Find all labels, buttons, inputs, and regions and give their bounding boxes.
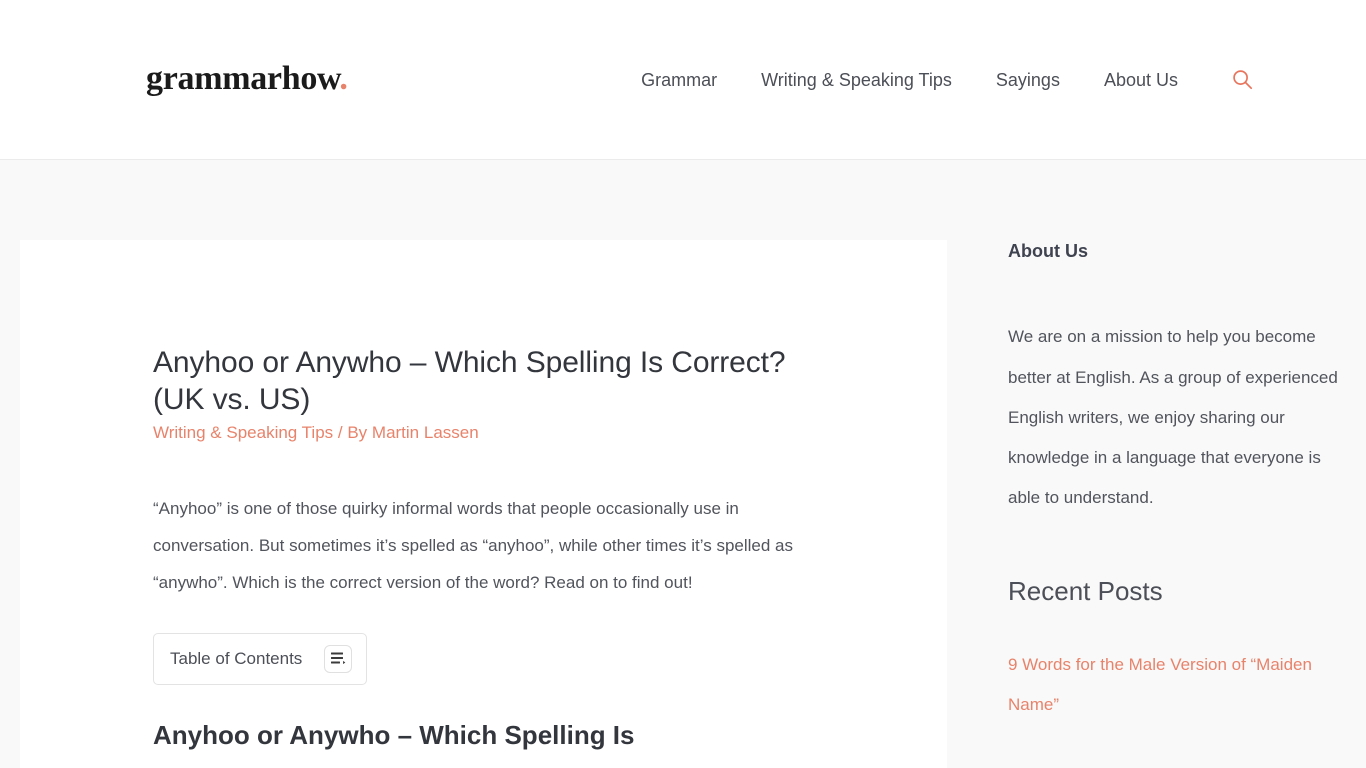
section-heading: Anyhoo or Anywho – Which Spelling Is (153, 719, 635, 750)
site-logo-dot: . (339, 59, 348, 97)
header-inner: grammarhow. Grammar Writing & Speaking T… (0, 0, 1366, 159)
page-title: Anyhoo or Anywho – Which Spelling Is Cor… (153, 346, 786, 416)
entry-category-link[interactable]: Writing & Speaking Tips (153, 423, 333, 442)
article-card: Anyhoo or Anywho – Which Spelling Is Cor… (20, 240, 947, 768)
entry-author-link[interactable]: By Martin Lassen (347, 423, 478, 442)
recent-post-link[interactable]: 9 Words for the Male Version of “Maiden … (1008, 645, 1346, 725)
about-us-text: We are on a mission to help you become b… (1008, 327, 1338, 507)
search-icon[interactable] (1230, 68, 1254, 92)
nav-item-writing-speaking-tips[interactable]: Writing & Speaking Tips (739, 71, 974, 89)
site-logo[interactable]: grammarhow. (146, 59, 348, 97)
widget-title-recent-posts: Recent Posts (1008, 575, 1163, 606)
widget-recent-posts: Recent Posts 9 Words for the Male Versio… (1008, 575, 1346, 725)
page-body: Anyhoo or Anywho – Which Spelling Is Cor… (0, 160, 1366, 768)
nav-item-about-us[interactable]: About Us (1082, 71, 1200, 89)
nav-item-sayings[interactable]: Sayings (974, 71, 1082, 89)
table-of-contents-label: Table of Contents (170, 648, 303, 668)
main-navigation: Grammar Writing & Speaking Tips Sayings … (641, 68, 1254, 92)
entry-content: “Anyhoo” is one of those quirky informal… (153, 490, 842, 601)
widget-title-about-us: About Us (1008, 241, 1088, 261)
site-logo-text: grammarhow (146, 59, 340, 97)
meta-separator: / (333, 423, 348, 443)
widget-about-us: About Us We are on a mission to help you… (1008, 240, 1346, 518)
site-header: grammarhow. Grammar Writing & Speaking T… (0, 0, 1366, 160)
entry-meta: Writing & Speaking Tips / By Martin Lass… (153, 420, 842, 446)
nav-item-grammar[interactable]: Grammar (641, 71, 739, 89)
intro-paragraph: “Anyhoo” is one of those quirky informal… (153, 498, 794, 592)
sidebar: About Us We are on a mission to help you… (1008, 240, 1346, 725)
list-menu-icon[interactable] (324, 644, 353, 673)
table-of-contents-box: Table of Contents (153, 632, 368, 685)
